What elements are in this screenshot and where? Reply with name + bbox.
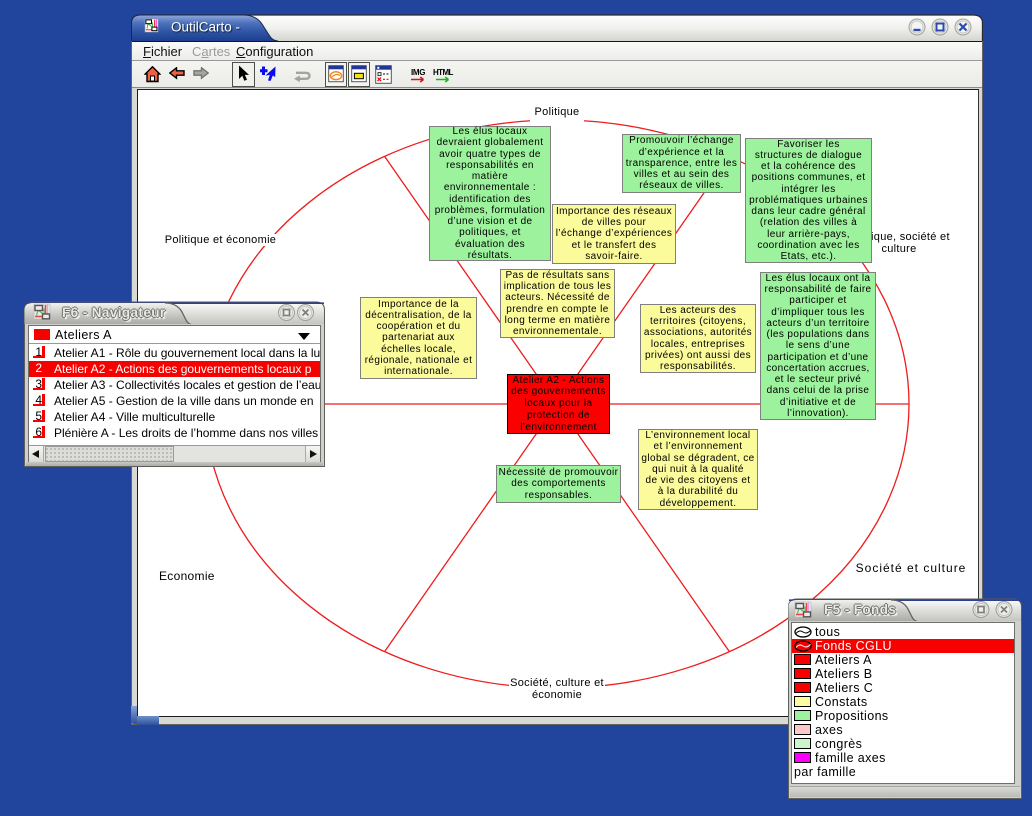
svg-text:OutilCarto -: OutilCarto - <box>171 20 240 35</box>
svg-text:IMG: IMG <box>411 68 425 77</box>
svg-text:HTML: HTML <box>433 68 454 77</box>
